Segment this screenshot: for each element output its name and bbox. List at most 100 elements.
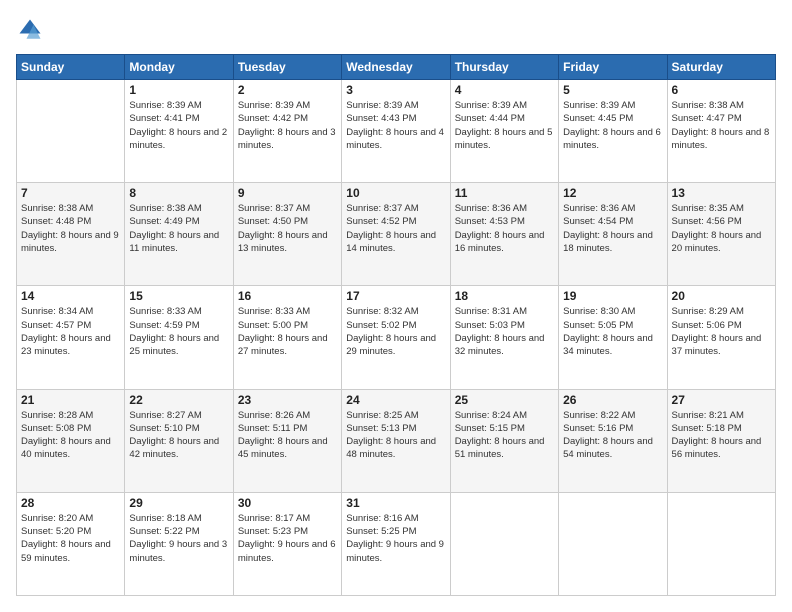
cell-info: Sunrise: 8:35 AMSunset: 4:56 PMDaylight:… (672, 202, 771, 255)
cell-info: Sunrise: 8:16 AMSunset: 5:25 PMDaylight:… (346, 512, 445, 565)
cell-info: Sunrise: 8:39 AMSunset: 4:41 PMDaylight:… (129, 99, 228, 152)
cell-info: Sunrise: 8:22 AMSunset: 5:16 PMDaylight:… (563, 409, 662, 462)
calendar-cell: 13Sunrise: 8:35 AMSunset: 4:56 PMDayligh… (667, 183, 775, 286)
day-number: 24 (346, 393, 445, 407)
day-number: 30 (238, 496, 337, 510)
day-header-saturday: Saturday (667, 55, 775, 80)
cell-info: Sunrise: 8:39 AMSunset: 4:42 PMDaylight:… (238, 99, 337, 152)
calendar-cell: 3 Sunrise: 8:39 AMSunset: 4:43 PMDaylight… (342, 80, 450, 183)
cell-info: Sunrise: 8:21 AMSunset: 5:18 PMDaylight:… (672, 409, 771, 462)
day-number: 9 (238, 186, 337, 200)
calendar-table: SundayMondayTuesdayWednesdayThursdayFrid… (16, 54, 776, 596)
calendar-cell: 25 Sunrise: 8:24 AMSunset: 5:15 PMDayligh… (450, 389, 558, 492)
calendar-cell: 5 Sunrise: 8:39 AMSunset: 4:45 PMDaylight… (559, 80, 667, 183)
day-number: 8 (129, 186, 228, 200)
calendar-cell: 16 Sunrise: 8:33 AMSunset: 5:00 PMDayligh… (233, 286, 341, 389)
calendar-cell: 22 Sunrise: 8:27 AMSunset: 5:10 PMDayligh… (125, 389, 233, 492)
day-number: 26 (563, 393, 662, 407)
logo-icon (16, 16, 44, 44)
day-number: 3 (346, 83, 445, 97)
cell-info: Sunrise: 8:39 AMSunset: 4:43 PMDaylight:… (346, 99, 445, 152)
day-number: 29 (129, 496, 228, 510)
day-number: 12 (563, 186, 662, 200)
cell-info: Sunrise: 8:39 AMSunset: 4:45 PMDaylight:… (563, 99, 662, 152)
header-row: SundayMondayTuesdayWednesdayThursdayFrid… (17, 55, 776, 80)
cell-info: Sunrise: 8:31 AMSunset: 5:03 PMDaylight:… (455, 305, 554, 358)
day-number: 6 (672, 83, 771, 97)
calendar-cell: 12 Sunrise: 8:36 AMSunset: 4:54 PMDayligh… (559, 183, 667, 286)
day-number: 7 (21, 186, 120, 200)
calendar-cell: 23 Sunrise: 8:26 AMSunset: 5:11 PMDayligh… (233, 389, 341, 492)
cell-info: Sunrise: 8:33 AMSunset: 5:00 PMDaylight:… (238, 305, 337, 358)
day-number: 5 (563, 83, 662, 97)
day-number: 19 (563, 289, 662, 303)
day-number: 21 (21, 393, 120, 407)
cell-info: Sunrise: 8:25 AMSunset: 5:13 PMDaylight:… (346, 409, 445, 462)
calendar-cell: 20 Sunrise: 8:29 AMSunset: 5:06 PMDayligh… (667, 286, 775, 389)
calendar-cell: 26 Sunrise: 8:22 AMSunset: 5:16 PMDayligh… (559, 389, 667, 492)
cell-info: Sunrise: 8:38 AMSunset: 4:49 PMDaylight:… (129, 202, 228, 255)
day-header-tuesday: Tuesday (233, 55, 341, 80)
cell-info: Sunrise: 8:36 AMSunset: 4:54 PMDaylight:… (563, 202, 662, 255)
calendar-cell: 6 Sunrise: 8:38 AMSunset: 4:47 PMDaylight… (667, 80, 775, 183)
cell-info: Sunrise: 8:32 AMSunset: 5:02 PMDaylight:… (346, 305, 445, 358)
day-number: 23 (238, 393, 337, 407)
calendar-cell: 19 Sunrise: 8:30 AMSunset: 5:05 PMDayligh… (559, 286, 667, 389)
day-number: 31 (346, 496, 445, 510)
calendar-cell (17, 80, 125, 183)
cell-info: Sunrise: 8:38 AMSunset: 4:47 PMDaylight:… (672, 99, 771, 152)
cell-info: Sunrise: 8:37 AMSunset: 4:50 PMDaylight:… (238, 202, 337, 255)
calendar-cell: 21Sunrise: 8:28 AMSunset: 5:08 PMDayligh… (17, 389, 125, 492)
day-header-friday: Friday (559, 55, 667, 80)
cell-info: Sunrise: 8:33 AMSunset: 4:59 PMDaylight:… (129, 305, 228, 358)
calendar-cell: 28 Sunrise: 8:20 AMSunset: 5:20 PMDayligh… (17, 492, 125, 595)
calendar-cell (450, 492, 558, 595)
calendar-cell: 7 Sunrise: 8:38 AMSunset: 4:48 PMDaylight… (17, 183, 125, 286)
cell-info: Sunrise: 8:38 AMSunset: 4:48 PMDaylight:… (21, 202, 120, 255)
day-number: 18 (455, 289, 554, 303)
cell-info: Sunrise: 8:24 AMSunset: 5:15 PMDaylight:… (455, 409, 554, 462)
cell-info: Sunrise: 8:30 AMSunset: 5:05 PMDaylight:… (563, 305, 662, 358)
cell-info: Sunrise: 8:39 AMSunset: 4:44 PMDaylight:… (455, 99, 554, 152)
cell-info: Sunrise: 8:27 AMSunset: 5:10 PMDaylight:… (129, 409, 228, 462)
day-number: 25 (455, 393, 554, 407)
calendar-cell: 29Sunrise: 8:18 AMSunset: 5:22 PMDayligh… (125, 492, 233, 595)
calendar-cell: 31 Sunrise: 8:16 AMSunset: 5:25 PMDayligh… (342, 492, 450, 595)
page: SundayMondayTuesdayWednesdayThursdayFrid… (0, 0, 792, 612)
day-number: 10 (346, 186, 445, 200)
cell-info: Sunrise: 8:36 AMSunset: 4:53 PMDaylight:… (455, 202, 554, 255)
logo (16, 16, 48, 44)
calendar-cell: 30Sunrise: 8:17 AMSunset: 5:23 PMDayligh… (233, 492, 341, 595)
day-number: 20 (672, 289, 771, 303)
day-number: 1 (129, 83, 228, 97)
header (16, 16, 776, 44)
day-header-thursday: Thursday (450, 55, 558, 80)
day-header-wednesday: Wednesday (342, 55, 450, 80)
week-row-4: 21Sunrise: 8:28 AMSunset: 5:08 PMDayligh… (17, 389, 776, 492)
day-number: 22 (129, 393, 228, 407)
day-header-monday: Monday (125, 55, 233, 80)
calendar-cell: 24 Sunrise: 8:25 AMSunset: 5:13 PMDayligh… (342, 389, 450, 492)
cell-info: Sunrise: 8:26 AMSunset: 5:11 PMDaylight:… (238, 409, 337, 462)
calendar-cell: 10 Sunrise: 8:37 AMSunset: 4:52 PMDayligh… (342, 183, 450, 286)
week-row-3: 14 Sunrise: 8:34 AMSunset: 4:57 PMDayligh… (17, 286, 776, 389)
calendar-cell: 8 Sunrise: 8:38 AMSunset: 4:49 PMDaylight… (125, 183, 233, 286)
day-number: 4 (455, 83, 554, 97)
calendar-cell: 27 Sunrise: 8:21 AMSunset: 5:18 PMDayligh… (667, 389, 775, 492)
day-number: 11 (455, 186, 554, 200)
day-number: 27 (672, 393, 771, 407)
day-number: 16 (238, 289, 337, 303)
cell-info: Sunrise: 8:37 AMSunset: 4:52 PMDaylight:… (346, 202, 445, 255)
cell-info: Sunrise: 8:34 AMSunset: 4:57 PMDaylight:… (21, 305, 120, 358)
day-number: 28 (21, 496, 120, 510)
cell-info: Sunrise: 8:29 AMSunset: 5:06 PMDaylight:… (672, 305, 771, 358)
calendar-cell: 17 Sunrise: 8:32 AMSunset: 5:02 PMDayligh… (342, 286, 450, 389)
day-number: 15 (129, 289, 228, 303)
calendar-cell: 4 Sunrise: 8:39 AMSunset: 4:44 PMDaylight… (450, 80, 558, 183)
day-number: 14 (21, 289, 120, 303)
week-row-5: 28 Sunrise: 8:20 AMSunset: 5:20 PMDayligh… (17, 492, 776, 595)
cell-info: Sunrise: 8:20 AMSunset: 5:20 PMDaylight:… (21, 512, 120, 565)
calendar-cell: 11 Sunrise: 8:36 AMSunset: 4:53 PMDayligh… (450, 183, 558, 286)
calendar-cell: 9 Sunrise: 8:37 AMSunset: 4:50 PMDaylight… (233, 183, 341, 286)
day-number: 17 (346, 289, 445, 303)
